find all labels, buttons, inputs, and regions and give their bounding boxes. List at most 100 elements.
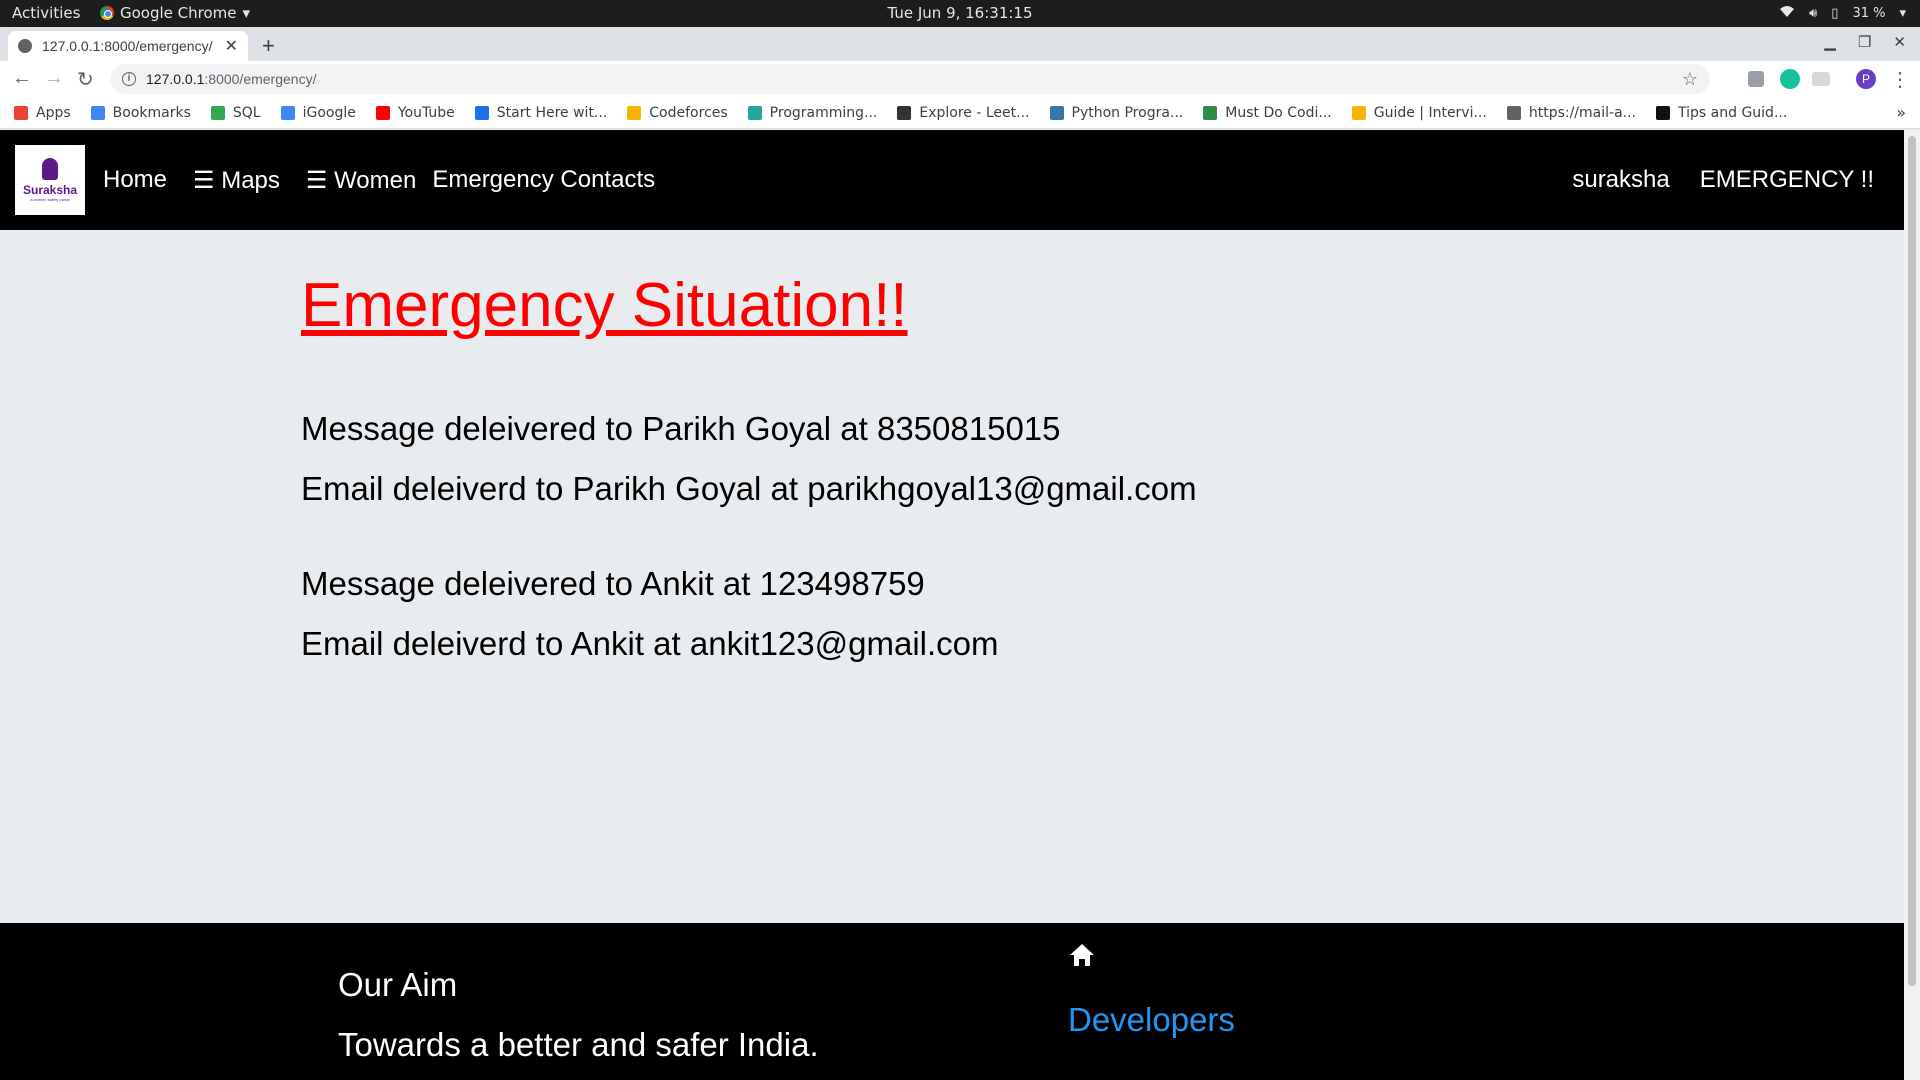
nav-maps-dropdown[interactable]: ☰ Maps (193, 166, 280, 195)
bookmark-label: iGoogle (302, 104, 356, 121)
logo-tagline: a women safety portal (30, 197, 70, 202)
site-navbar: Suraksha a women safety portal Home ☰ Ma… (0, 130, 1904, 230)
nav-user[interactable]: suraksha (1572, 166, 1669, 194)
bookmark-label: Tips and Guid... (1678, 104, 1788, 121)
chevron-down-icon: ▾ (1899, 5, 1906, 21)
url-path: :8000/emergency/ (204, 71, 317, 87)
system-tray[interactable]: 🔊︎ ▯ 31 % ▾ (1779, 4, 1906, 22)
restore-icon[interactable]: ❐ (1858, 33, 1871, 51)
clock[interactable]: Tue Jun 9, 16:31:15 (0, 4, 1920, 22)
bookmark-label: Bookmarks (112, 104, 191, 121)
bookmark-label: SQL (232, 104, 261, 121)
home-icon[interactable] (1069, 943, 1095, 972)
bookmark-item[interactable]: Programming... (747, 104, 878, 121)
bookmark-favicon-icon (1506, 105, 1521, 120)
wifi-icon (1779, 4, 1795, 22)
bookmark-item[interactable]: Bookmarks (90, 104, 191, 121)
bookmark-favicon-icon (1049, 105, 1064, 120)
footer-aim-text: Towards a better and safer India. (338, 1026, 819, 1063)
battery-percent: 31 % (1852, 5, 1886, 21)
bookmark-favicon-icon (1351, 105, 1366, 120)
bookmark-favicon-icon (474, 105, 489, 120)
browser-toolbar: ← → ↻ i 127.0.0.1:8000/emergency/ ☆ P ⋮ (0, 61, 1920, 97)
bookmark-item[interactable]: Tips and Guid... (1656, 105, 1787, 121)
women-figures-icon (42, 158, 58, 180)
bookmark-label: Python Progra... (1071, 104, 1184, 121)
bookmark-item[interactable]: Start Here wit... (474, 104, 608, 121)
bookmark-item[interactable]: Must Do Codi... (1203, 104, 1332, 121)
globe-icon (18, 39, 32, 53)
window-controls: ▁ ❐ ✕ (1824, 33, 1906, 51)
bookmark-item[interactable]: https://mail-a... (1506, 104, 1637, 121)
grammarly-icon[interactable] (1780, 69, 1800, 89)
bookmark-label: Codeforces (649, 104, 728, 121)
eyedropper-icon[interactable] (1748, 71, 1764, 87)
bookmark-favicon-icon (210, 105, 225, 120)
page-viewport: Suraksha a women safety portal Home ☰ Ma… (0, 130, 1904, 1080)
bookmark-label: Apps (36, 104, 71, 121)
bookmark-item[interactable]: SQL (210, 104, 261, 121)
bookmark-favicon-icon (14, 105, 28, 120)
bookmark-label: https://mail-a... (1528, 104, 1637, 121)
bookmark-favicon-icon (280, 105, 295, 120)
bookmark-item[interactable]: Codeforces (627, 104, 728, 121)
bookmark-label: Explore - Leet... (919, 104, 1030, 121)
message-status-2: Message deleivered to Ankit at 123498759 (301, 565, 925, 602)
footer-aim-title: Our Aim (338, 966, 458, 1003)
bookmark-item[interactable]: Explore - Leet... (897, 104, 1030, 121)
info-icon[interactable]: i (122, 72, 136, 86)
bookmark-favicon-icon (90, 105, 105, 120)
url-host: 127.0.0.1 (146, 71, 205, 87)
bookmark-item[interactable]: Guide | Intervi... (1351, 104, 1487, 121)
bookmark-item[interactable]: iGoogle (280, 104, 356, 121)
nav-home[interactable]: Home (103, 166, 167, 194)
bookmark-favicon-icon (627, 105, 642, 120)
scrollbar-thumb[interactable] (1908, 136, 1916, 986)
nav-right: suraksha EMERGENCY !! (1572, 130, 1874, 230)
suraksha-logo[interactable]: Suraksha a women safety portal (15, 145, 85, 215)
new-tab-button[interactable]: + (262, 33, 275, 59)
bookmark-label: Programming... (769, 104, 878, 121)
bookmarks-bar: Apps Bookmarks SQL iGoogle YouTube Start Here… (0, 97, 1920, 129)
reload-icon[interactable]: ↻ (77, 67, 94, 92)
bookmark-favicon-icon (1203, 105, 1218, 120)
browser-tab[interactable]: 127.0.0.1:8000/emergency/ ✕ (8, 31, 248, 61)
battery-icon: ▯ (1831, 5, 1839, 21)
bookmark-favicon-icon (747, 105, 762, 120)
close-tab-icon[interactable]: ✕ (225, 36, 238, 56)
minimize-icon[interactable]: ▁ (1824, 33, 1836, 51)
cast-icon[interactable] (1812, 72, 1830, 86)
email-status-1: Email deleiverd to Parikh Goyal at parik… (301, 470, 1197, 507)
volume-icon: 🔊︎ (1809, 5, 1818, 21)
site-footer: Our Aim Towards a better and safer India… (0, 923, 1904, 1080)
os-top-bar: Activities Google Chrome ▾ Tue Jun 9, 16… (0, 0, 1920, 27)
page-scrollbar[interactable] (1904, 130, 1920, 1080)
star-icon[interactable]: ☆ (1682, 69, 1698, 90)
close-window-icon[interactable]: ✕ (1893, 33, 1906, 51)
bookmark-label: Start Here wit... (496, 104, 608, 121)
bookmark-favicon-icon (1656, 105, 1671, 120)
tab-strip: 127.0.0.1:8000/emergency/ ✕ + ▁ ❐ ✕ (0, 27, 1920, 61)
developers-link[interactable]: Developers (1068, 1001, 1235, 1039)
bookmark-favicon-icon (375, 105, 390, 120)
email-status-2: Email deleiverd to Ankit at ankit123@gma… (301, 625, 999, 662)
nav-emergency-contacts[interactable]: Emergency Contacts (432, 166, 655, 194)
nav-women-dropdown[interactable]: ☰ Women (306, 166, 416, 195)
page-title: Emergency Situation!! (301, 271, 908, 340)
bookmark-label: YouTube (397, 104, 455, 121)
forward-icon[interactable]: → (44, 67, 64, 90)
bookmark-label: Guide | Intervi... (1373, 104, 1487, 121)
bookmark-item[interactable]: Python Progra... (1049, 104, 1184, 121)
back-icon[interactable]: ← (12, 67, 32, 90)
bookmark-item[interactable]: YouTube (375, 104, 455, 121)
nav-emergency[interactable]: EMERGENCY !! (1700, 166, 1874, 194)
menu-kebab-icon[interactable]: ⋮ (1890, 67, 1910, 92)
profile-avatar[interactable]: P (1856, 69, 1876, 89)
logo-name: Suraksha (22, 183, 78, 197)
message-status-1: Message deleivered to Parikh Goyal at 83… (301, 410, 1061, 447)
bookmark-favicon-icon (897, 105, 912, 120)
bookmark-label: Must Do Codi... (1225, 104, 1332, 121)
bookmarks-overflow-icon[interactable]: » (1896, 103, 1906, 122)
address-bar[interactable]: i 127.0.0.1:8000/emergency/ ☆ (110, 64, 1710, 94)
bookmark-item[interactable]: Apps (14, 105, 71, 121)
